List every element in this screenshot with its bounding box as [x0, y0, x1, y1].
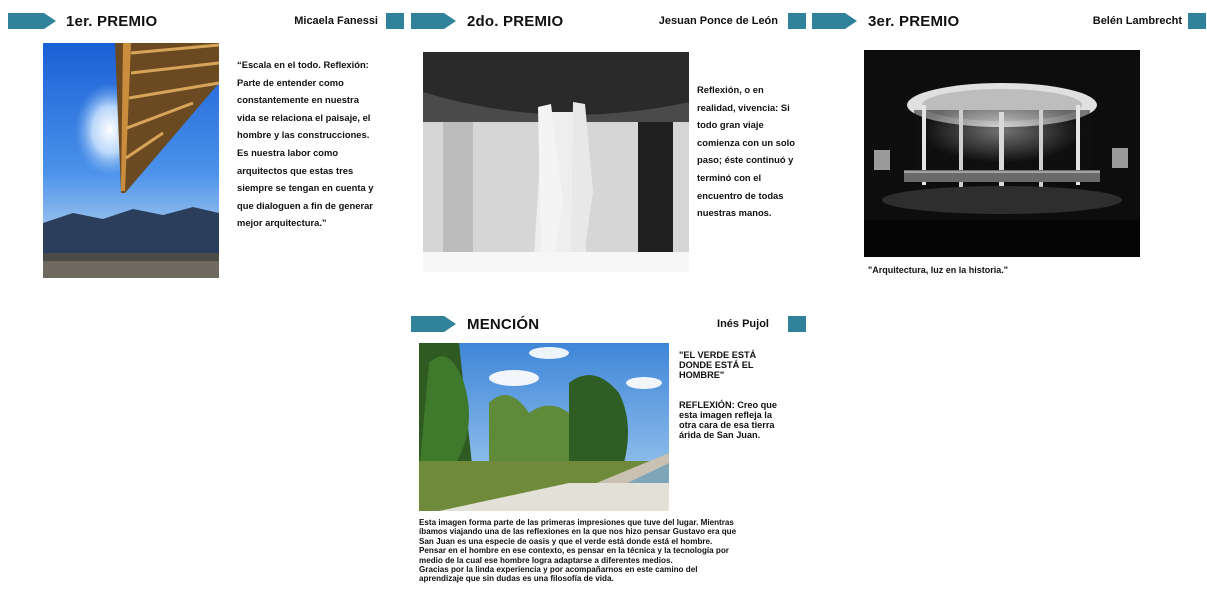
mention-title: MENCIÓN — [467, 316, 540, 333]
third-prize-author: Belén Lambrecht — [1092, 15, 1182, 27]
third-prize-square-icon — [1188, 13, 1206, 29]
second-prize-title: 2do. PREMIO — [467, 13, 564, 30]
first-prize-square-icon — [386, 13, 404, 29]
first-prize-title: 1er. PREMIO — [66, 13, 158, 30]
mention-paragraph-line: íbamos viajando una de las reflexiones e… — [419, 527, 737, 537]
mention-photo — [419, 343, 669, 511]
mention-arrow-icon — [411, 316, 456, 332]
first-prize-author: Micaela Fanessi — [294, 15, 378, 27]
mention-reflection: REFLEXIÓN: Creo que esta imagen refleja … — [679, 400, 778, 440]
mention-author: Inés Pujol — [717, 318, 769, 330]
third-prize-arrow-icon — [812, 13, 857, 29]
second-prize-arrow-icon — [411, 13, 456, 29]
mention-quote: "EL VERDE ESTÁ DONDE ESTÁ EL HOMBRE" — [679, 350, 757, 380]
third-prize-caption: "Arquitectura, luz en la historia." — [868, 265, 1009, 275]
mention-square-icon — [788, 316, 806, 332]
mention-paragraph-line: Gracias por la linda experiencia y por a… — [419, 565, 698, 575]
first-prize-photo — [43, 43, 219, 278]
first-prize-arrow-icon — [8, 13, 56, 29]
mention-paragraph-line: Pensar en el hombre en ese contexto, es … — [419, 546, 729, 556]
first-prize-reflection: “Escala en el todo. Reflexión: Parte de … — [237, 59, 374, 229]
second-prize-author: Jesuan Ponce de León — [658, 15, 778, 27]
mention-paragraph-line: San Juan es una especie de oasis y que e… — [419, 536, 713, 546]
mention-paragraph-line: Esta imagen forma parte de las primeras … — [419, 518, 734, 527]
mention-paragraph-line: aprendizaje que sin dudas es una filosof… — [419, 574, 614, 584]
third-prize-photo — [864, 50, 1140, 257]
second-prize-photo — [423, 52, 689, 272]
mention-paragraph: Esta imagen forma parte de las primeras … — [419, 518, 789, 584]
second-prize-square-icon — [788, 13, 806, 29]
third-prize-title: 3er. PREMIO — [868, 13, 960, 30]
second-prize-reflection: Reflexión, o en realidad, vivencia: Si t… — [697, 84, 795, 219]
mention-paragraph-line: medio de la cual ese hombre logra adapta… — [419, 555, 673, 565]
